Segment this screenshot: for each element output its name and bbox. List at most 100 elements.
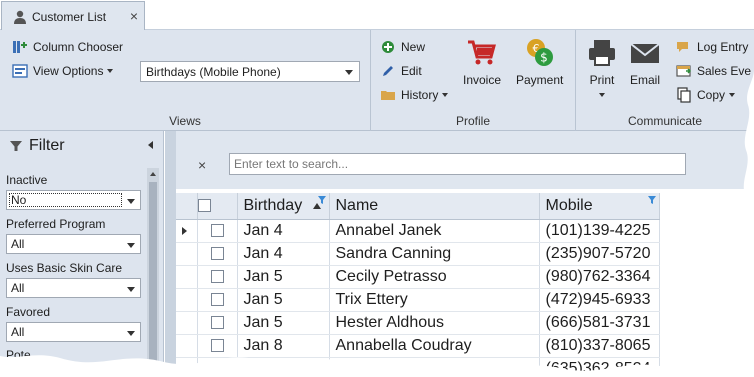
- scroll-thumb[interactable]: [149, 182, 157, 377]
- row-indicator: [176, 311, 198, 335]
- row-checkbox[interactable]: [210, 223, 224, 237]
- table-row[interactable]: Jan 5 Cecily Petrasso (980)762-3364: [176, 265, 660, 289]
- view-options-button[interactable]: View Options: [12, 63, 114, 79]
- grid-header-row: Birthday Name Mobile: [176, 193, 660, 220]
- row-checkbox[interactable]: [210, 292, 224, 306]
- invoice-label: Invoice: [463, 73, 502, 87]
- row-checkbox[interactable]: [210, 246, 224, 260]
- filter-scrollbar[interactable]: [147, 168, 159, 377]
- column-header-mobile[interactable]: Mobile: [539, 193, 660, 220]
- cell-name[interactable]: [329, 357, 540, 377]
- edit-button[interactable]: Edit: [380, 63, 422, 79]
- chevron-down-icon: [127, 199, 135, 204]
- table-row[interactable]: Jan 5 Trix Ettery (472)945-6933: [176, 288, 660, 312]
- row-select-cell[interactable]: [197, 219, 238, 243]
- cell-mobile[interactable]: (472)945-6933: [539, 288, 660, 312]
- cell-mobile[interactable]: (101)139-4225: [539, 219, 660, 243]
- sales-event-button[interactable]: Sales Eve: [676, 63, 751, 79]
- column-header-birthday[interactable]: Birthday: [237, 193, 330, 220]
- filter-panel: Filter Inactive No Preferred Program All…: [0, 131, 164, 377]
- filter-label-partial: Pote: [6, 348, 31, 362]
- tab-customer-list[interactable]: Customer List ×: [1, 1, 145, 31]
- table-row[interactable]: Jan 5 Hester Aldhous (666)581-3731: [176, 311, 660, 335]
- row-checkbox[interactable]: [210, 338, 224, 352]
- profile-group-label: Profile: [455, 114, 490, 128]
- cell-birthday[interactable]: Jan 8: [237, 334, 330, 358]
- copy-label: Copy: [697, 88, 726, 102]
- cell-mobile[interactable]: (810)337-8065: [539, 334, 660, 358]
- cell-name[interactable]: Cecily Petrasso: [329, 265, 540, 289]
- cell-name[interactable]: Trix Ettery: [329, 288, 540, 312]
- close-icon[interactable]: ×: [130, 8, 138, 24]
- cell-name[interactable]: Hester Aldhous: [329, 311, 540, 335]
- clear-search-icon[interactable]: ×: [198, 157, 206, 173]
- print-label: Print: [589, 73, 615, 87]
- cell-birthday[interactable]: Jan 5: [237, 288, 330, 312]
- cell-birthday[interactable]: [237, 357, 330, 377]
- cell-name[interactable]: Sandra Canning: [329, 242, 540, 266]
- row-indicator: [176, 288, 198, 312]
- history-button[interactable]: History: [380, 87, 449, 103]
- table-row[interactable]: (635)362-8524: [176, 357, 660, 377]
- document-tabstrip: Customer List ×: [0, 0, 754, 31]
- cell-mobile[interactable]: (635)362-8524: [539, 357, 660, 377]
- payment-button[interactable]: € $ Payment: [516, 37, 563, 87]
- cell-birthday[interactable]: Jan 5: [237, 265, 330, 289]
- row-indicator: [176, 334, 198, 358]
- table-row[interactable]: Jan 8 Annabella Coudray (810)337-8065: [176, 334, 660, 358]
- row-indicator: [176, 357, 198, 377]
- invoice-button[interactable]: Invoice: [463, 37, 501, 87]
- row-indicator: [176, 265, 198, 289]
- filter-select-inactive[interactable]: No: [6, 190, 141, 210]
- cell-name[interactable]: Annabel Janek: [329, 219, 540, 243]
- cell-mobile[interactable]: (666)581-3731: [539, 311, 660, 335]
- customer-grid: Birthday Name Mobile Jan 4 Annabel Janek: [176, 193, 660, 377]
- column-header-name[interactable]: Name: [329, 193, 540, 220]
- row-select-cell[interactable]: [197, 311, 238, 335]
- cell-birthday[interactable]: Jan 4: [237, 242, 330, 266]
- row-select-cell[interactable]: [197, 288, 238, 312]
- filter-value-basic-skin-care: All: [11, 281, 25, 295]
- cell-name[interactable]: Annabella Coudray: [329, 334, 540, 358]
- row-checkbox[interactable]: [210, 315, 224, 329]
- scroll-up-icon[interactable]: [150, 172, 156, 176]
- filter-select-favored[interactable]: All: [6, 322, 141, 342]
- copy-icon: [677, 87, 691, 103]
- search-input[interactable]: [229, 153, 686, 175]
- filter-select-basic-skin-care[interactable]: All: [6, 278, 141, 298]
- email-button[interactable]: Email: [629, 37, 661, 87]
- print-button[interactable]: Print: [586, 37, 618, 97]
- chevron-down-icon: [345, 70, 353, 75]
- cell-mobile[interactable]: (980)762-3364: [539, 265, 660, 289]
- select-all-checkbox[interactable]: [197, 199, 211, 213]
- copy-button[interactable]: Copy: [676, 87, 736, 103]
- chevron-down-icon: [107, 69, 114, 73]
- row-select-cell[interactable]: [197, 265, 238, 289]
- column-filter-icon[interactable]: [317, 196, 326, 204]
- filter-select-preferred-program[interactable]: All: [6, 234, 141, 254]
- views-group: Column Chooser View Options Birthdays (M…: [0, 30, 371, 131]
- row-checkbox[interactable]: [210, 269, 224, 283]
- chevron-down-icon: [729, 93, 736, 97]
- collapse-arrow-icon[interactable]: [148, 141, 153, 149]
- log-entry-button[interactable]: Log Entry: [676, 39, 748, 55]
- select-all-header[interactable]: [197, 193, 238, 220]
- profile-group: New Edit History Invoice € $ Payment Pro…: [371, 30, 576, 131]
- row-select-cell[interactable]: [197, 242, 238, 266]
- column-header-birthday-label: Birthday: [243, 196, 303, 214]
- filter-title: Filter: [29, 137, 65, 154]
- new-label: New: [401, 40, 426, 54]
- column-chooser-button[interactable]: Column Chooser: [12, 39, 123, 55]
- cell-birthday[interactable]: Jan 4: [237, 219, 330, 243]
- payment-coins-icon: € $: [526, 39, 553, 66]
- cell-mobile[interactable]: (235)907-5720: [539, 242, 660, 266]
- filter-value-preferred-program: All: [11, 237, 25, 251]
- views-dropdown[interactable]: Birthdays (Mobile Phone): [140, 61, 360, 82]
- column-filter-icon[interactable]: [647, 196, 656, 204]
- row-select-cell[interactable]: [197, 334, 238, 358]
- new-button[interactable]: New: [380, 39, 425, 55]
- table-row[interactable]: Jan 4 Annabel Janek (101)139-4225: [176, 219, 660, 243]
- cell-birthday[interactable]: Jan 5: [237, 311, 330, 335]
- table-row[interactable]: Jan 4 Sandra Canning (235)907-5720: [176, 242, 660, 266]
- row-select-cell[interactable]: [197, 357, 238, 377]
